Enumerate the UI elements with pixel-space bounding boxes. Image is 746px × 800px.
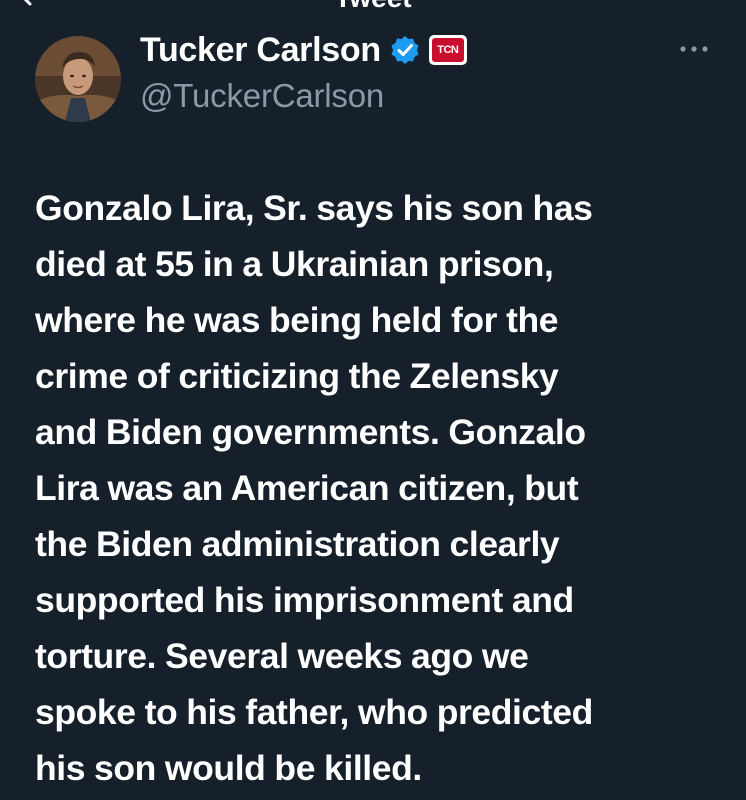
avatar[interactable] (35, 36, 121, 122)
author-display-name[interactable]: Tucker Carlson (140, 30, 381, 70)
tweet-text-line: and Biden governments. Gonzalo (35, 412, 586, 452)
verified-badge-icon[interactable] (389, 34, 421, 66)
tweet-text-line: where he was being held for the (35, 300, 559, 340)
tweet-text-line: Gonzalo Lira, Sr. says his son has (35, 188, 593, 228)
affiliate-badge-label: TCN (431, 38, 464, 62)
more-options-icon[interactable] (679, 40, 709, 58)
tweet-text-line: the Biden administration clearly (35, 524, 560, 564)
author-name-row: Tucker Carlson TCN (140, 30, 467, 70)
author-handle[interactable]: @TuckerCarlson (140, 76, 384, 116)
tweet-text-line: torture. Several weeks ago we (35, 636, 529, 676)
tweet-text-line: crime of criticizing the Zelensky (35, 356, 559, 396)
tweet-text: Gonzalo Lira, Sr. says his son has died … (35, 180, 725, 796)
tweet-text-line: supported his imprisonment and (35, 580, 574, 620)
tweet-text-line: died at 55 in a Ukrainian prison, (35, 244, 554, 284)
affiliate-badge[interactable]: TCN (428, 35, 467, 65)
tweet-text-line: spoke to his father, who predicted (35, 692, 593, 732)
tweet-text-line: Lira was an American citizen, but (35, 468, 579, 508)
page-title: Tweet (0, 0, 746, 12)
top-bar: Tweet (0, 0, 746, 14)
tweet-text-line: his son would be killed. (35, 748, 422, 788)
